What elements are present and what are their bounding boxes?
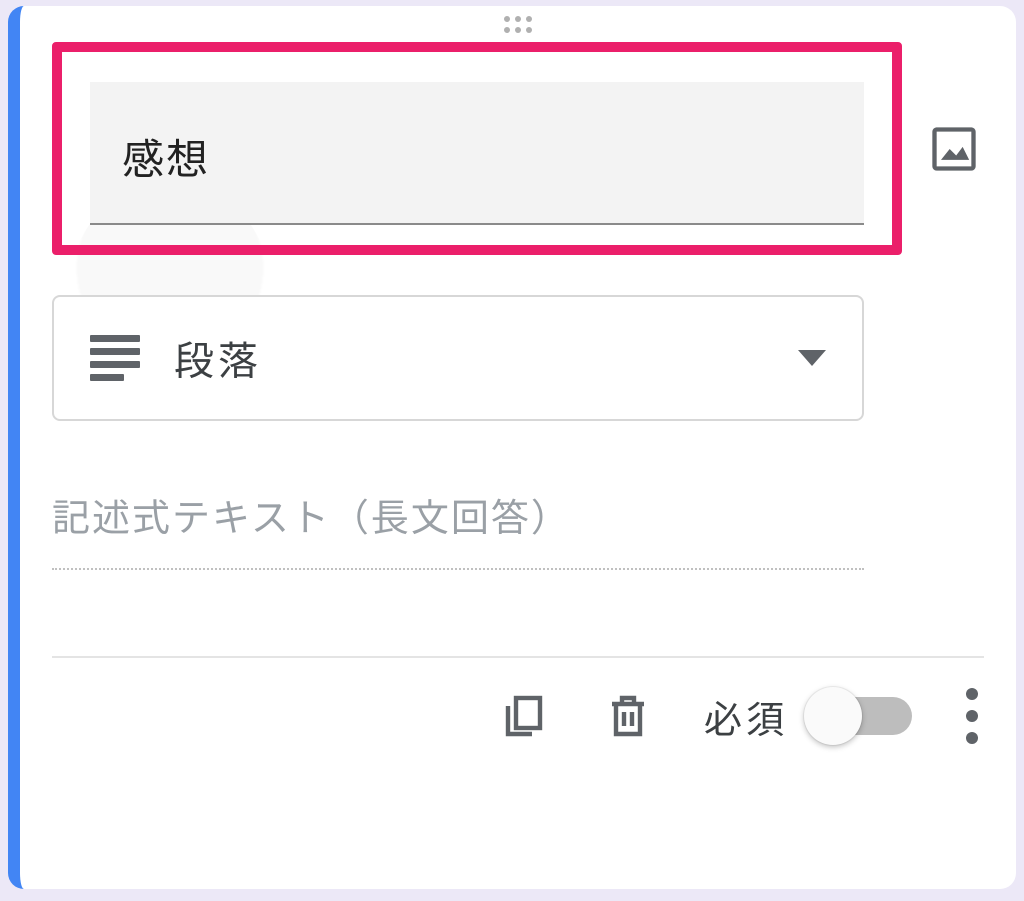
- question-type-select[interactable]: 段落: [52, 295, 864, 421]
- required-toggle-group: 必須: [704, 689, 912, 744]
- add-image-button[interactable]: [924, 119, 984, 179]
- card-footer: 必須: [52, 658, 984, 780]
- copy-icon: [500, 692, 548, 740]
- answer-preview-placeholder: 記述式テキスト（長文回答）: [52, 487, 864, 570]
- trash-icon: [604, 692, 652, 740]
- duplicate-button[interactable]: [496, 688, 552, 744]
- delete-button[interactable]: [600, 688, 656, 744]
- question-title-input[interactable]: 感想: [90, 82, 864, 225]
- switch-thumb: [804, 687, 862, 745]
- required-label: 必須: [704, 689, 788, 744]
- required-switch[interactable]: [808, 697, 912, 735]
- question-type-label: 段落: [174, 329, 262, 387]
- question-title-text: 感想: [122, 126, 210, 187]
- title-row: 感想: [52, 42, 984, 255]
- image-icon: [928, 123, 980, 175]
- more-options-button[interactable]: [960, 688, 984, 744]
- title-highlight-annotation: 感想: [52, 42, 902, 255]
- kebab-icon: [966, 688, 978, 700]
- question-card: 感想 段落 記述式テキスト（長文回答）: [8, 6, 1016, 889]
- drag-handle-icon[interactable]: [504, 16, 532, 33]
- chevron-down-icon: [798, 350, 826, 366]
- paragraph-icon: [90, 335, 140, 381]
